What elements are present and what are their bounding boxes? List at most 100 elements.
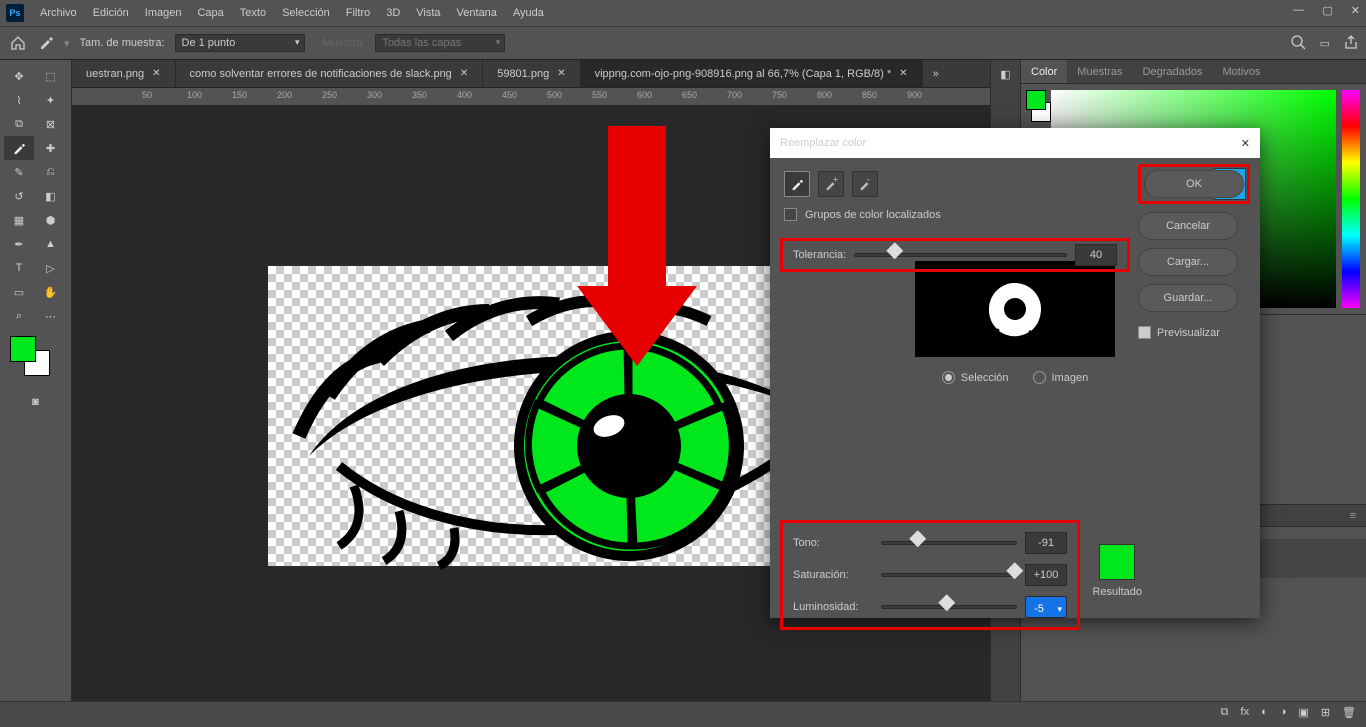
hue-slider[interactable]	[881, 541, 1017, 545]
saturation-value[interactable]: +100	[1025, 564, 1067, 586]
eyedropper-subtract-button[interactable]: -	[852, 171, 878, 197]
mask-icon[interactable]: ◐	[1261, 706, 1268, 723]
eyedropper-tool[interactable]	[4, 136, 34, 160]
hand-tool[interactable]: ✋	[36, 280, 66, 304]
close-icon[interactable]: ✕	[557, 68, 565, 79]
dialog-titlebar[interactable]: Reemplazar color ✕	[770, 128, 1260, 158]
shape-tool[interactable]: ▭	[4, 280, 34, 304]
close-icon[interactable]: ✕	[460, 68, 468, 79]
menu-ayuda[interactable]: Ayuda	[505, 7, 552, 19]
direct-select-tool[interactable]: ▷	[36, 256, 66, 280]
hsl-highlight: Tono: -91 Saturación: +100 Luminosidad: …	[780, 520, 1080, 630]
maximize-icon[interactable]: ▢	[1322, 4, 1332, 17]
menu-ventana[interactable]: Ventana	[449, 7, 505, 19]
tolerance-value[interactable]: 40	[1075, 244, 1117, 266]
path-select-tool[interactable]: ▲	[36, 232, 66, 256]
menu-seleccion[interactable]: Selección	[274, 7, 338, 19]
eraser-tool[interactable]: ◧	[36, 184, 66, 208]
tab-muestras[interactable]: Muestras	[1067, 60, 1132, 83]
document-tabs: uestran.png✕ como solventar errores de n…	[72, 60, 990, 88]
sample-size-select[interactable]: De 1 punto	[175, 34, 305, 52]
horizontal-ruler: 50100 150200 250300 350400 450500 550600…	[72, 88, 990, 106]
menu-filtro[interactable]: Filtro	[338, 7, 378, 19]
cancel-button[interactable]: Cancelar	[1138, 212, 1238, 240]
tabs-overflow[interactable]: »	[923, 60, 949, 87]
heal-tool[interactable]: ✚	[36, 136, 66, 160]
panel-fg-swatch[interactable]	[1026, 90, 1046, 110]
adjustment-icon[interactable]: ◑	[1280, 706, 1287, 723]
hue-slider[interactable]	[1342, 90, 1360, 308]
folder-icon[interactable]: ▣	[1298, 706, 1308, 723]
brush-tool[interactable]: ✎	[4, 160, 34, 184]
radio-selection[interactable]: Selección	[942, 371, 1009, 384]
menu-3d[interactable]: 3D	[378, 7, 408, 19]
tab-color[interactable]: Color	[1021, 60, 1067, 83]
radio-image[interactable]: Imagen	[1033, 371, 1089, 384]
tab-2[interactable]: como solventar errores de notificaciones…	[176, 60, 484, 87]
luminosity-slider[interactable]	[881, 605, 1017, 609]
share-icon[interactable]	[1344, 35, 1358, 52]
layers-panel-menu[interactable]: ≡	[1340, 505, 1366, 526]
crop-tool[interactable]: ⧉	[4, 112, 34, 136]
pen-tool[interactable]: ✒	[4, 232, 34, 256]
saturation-label: Saturación:	[793, 569, 873, 581]
move-tool[interactable]: ✥	[4, 64, 34, 88]
menu-vista[interactable]: Vista	[408, 7, 448, 19]
tab-4[interactable]: vippng.com-ojo-png-908916.png al 66,7% (…	[581, 60, 923, 87]
saturation-slider[interactable]	[881, 573, 1017, 577]
preview-checkbox[interactable]: ✓	[1138, 326, 1151, 339]
fx-icon[interactable]: fx	[1241, 706, 1250, 723]
ok-button[interactable]: OK	[1144, 170, 1244, 198]
clone-tool[interactable]: ⎌	[36, 160, 66, 184]
hue-value[interactable]: -91	[1025, 532, 1067, 554]
result-color-chip[interactable]	[1099, 544, 1135, 580]
foreground-swatch[interactable]	[10, 336, 36, 362]
frame-tool[interactable]: ⊠	[36, 112, 66, 136]
localized-checkbox[interactable]	[784, 208, 797, 221]
lasso-tool[interactable]: ⌇	[4, 88, 34, 112]
search-icon[interactable]	[1290, 34, 1306, 53]
marquee-tool[interactable]: ⬚	[36, 64, 66, 88]
quickmask-icon[interactable]: ◙	[4, 396, 67, 408]
menu-archivo[interactable]: Archivo	[32, 7, 85, 19]
new-layer-icon[interactable]: ⊞	[1321, 706, 1330, 723]
svg-text:+: +	[833, 174, 839, 185]
close-icon[interactable]: ✕	[1351, 4, 1360, 17]
gradient-tool[interactable]: ▦	[4, 208, 34, 232]
load-button[interactable]: Cargar...	[1138, 248, 1238, 276]
minimize-icon[interactable]: —	[1293, 4, 1304, 17]
close-icon[interactable]: ✕	[1241, 137, 1250, 150]
panel-icon[interactable]: ◧	[1000, 68, 1010, 81]
trash-icon[interactable]: 🗑	[1342, 706, 1356, 723]
close-icon[interactable]: ✕	[899, 68, 907, 79]
eyedropper-sample-button[interactable]	[784, 171, 810, 197]
zoom-tool[interactable]: ⌕	[4, 304, 34, 328]
menu-edicion[interactable]: Edición	[85, 7, 137, 19]
menu-texto[interactable]: Texto	[232, 7, 274, 19]
type-tool[interactable]: T	[4, 256, 34, 280]
tab-motivos[interactable]: Motivos	[1212, 60, 1270, 83]
eyedropper-tool-icon	[38, 34, 54, 53]
home-icon[interactable]	[8, 34, 28, 52]
eyedropper-add-button[interactable]: +	[818, 171, 844, 197]
history-brush-tool[interactable]: ↺	[4, 184, 34, 208]
menu-imagen[interactable]: Imagen	[137, 7, 190, 19]
more-tools[interactable]: ⋯	[36, 304, 66, 328]
quick-select-tool[interactable]: ✦	[36, 88, 66, 112]
luminosity-value[interactable]: -5	[1025, 596, 1067, 618]
blur-tool[interactable]: ⬢	[36, 208, 66, 232]
canvas[interactable]	[268, 266, 840, 566]
tab-degradados[interactable]: Degradados	[1133, 60, 1213, 83]
tab-1[interactable]: uestran.png✕	[72, 60, 176, 87]
color-panel-tabs: Color Muestras Degradados Motivos	[1021, 60, 1366, 84]
link-icon[interactable]: ⧉	[1221, 706, 1229, 723]
color-swatches[interactable]	[4, 336, 67, 376]
annotation-arrow	[608, 126, 666, 366]
tab-3[interactable]: 59801.png✕	[483, 60, 580, 87]
close-icon[interactable]: ✕	[152, 68, 160, 79]
workspace-icon[interactable]: ▭	[1320, 37, 1330, 50]
tolerance-slider[interactable]	[854, 253, 1067, 257]
muestra-select[interactable]: Todas las capas	[375, 34, 505, 52]
save-button[interactable]: Guardar...	[1138, 284, 1238, 312]
menu-capa[interactable]: Capa	[189, 7, 231, 19]
